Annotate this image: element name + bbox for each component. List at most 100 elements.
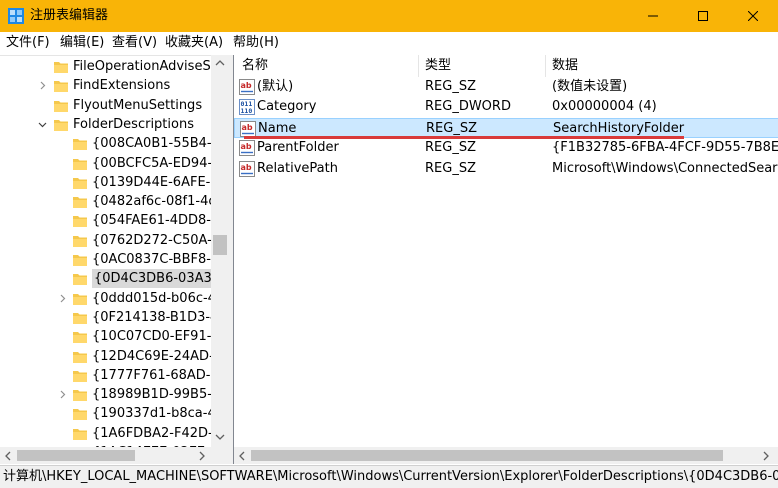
tree-item-label: {190337d1-b8ca-4 [92, 406, 216, 422]
value-row[interactable]: ab ParentFolder REG_SZ {F1B32785-6FBA-4FCF-… [234, 138, 778, 158]
tree-item[interactable]: {0ddd015d-b06c-4 [0, 289, 216, 308]
menu-favorites[interactable]: 收藏夹(A) [165, 35, 223, 51]
tree-item-label: FileOperationAdviseSi [73, 59, 215, 74]
tree-item[interactable]: {12D4C69E-24AD-4 [0, 347, 222, 366]
chevron-right-icon[interactable] [56, 385, 68, 404]
value-row[interactable]: ab Name REG_SZ SearchHistoryFolder [234, 117, 778, 138]
registry-value-list[interactable]: 名称 类型 数据 ab (默认) REG_SZ (数值未设置) 011 110 Catego… [233, 55, 778, 464]
folder-icon [73, 177, 87, 189]
folder-icon [73, 158, 87, 170]
chevron-down-icon[interactable] [36, 115, 48, 134]
scroll-left-icon[interactable] [4, 451, 12, 461]
tree-item-label: {0AC0837C-BBF8-4 [92, 252, 220, 267]
tree-item-label: FolderDescriptions [73, 116, 194, 132]
tree-item[interactable]: {1A6FDBA2-F42D-4 [0, 424, 221, 443]
scroll-down-icon[interactable] [215, 433, 225, 441]
minimize-button[interactable] [628, 0, 678, 32]
menu-bar: 文件(F) 编辑(E) 查看(V) 收藏夹(A) 帮助(H) [0, 32, 778, 54]
column-header-type[interactable]: 类型 [425, 55, 451, 77]
tree-item[interactable]: {00BCFC5A-ED94-4 [0, 154, 220, 173]
folder-icon [73, 312, 87, 324]
tree-scroll-thumb[interactable] [213, 235, 227, 255]
tree-item[interactable]: {054FAE61-4DD8-4 [0, 211, 219, 230]
tree-item[interactable]: {0482af6c-08f1-4c3 [0, 192, 224, 211]
value-name-cell: Category [257, 99, 317, 115]
tree-hscroll-thumb[interactable] [17, 450, 135, 461]
folder-icon [73, 197, 87, 209]
value-data-cell: Microsoft\Windows\ConnectedSear [552, 160, 778, 176]
scroll-up-icon[interactable] [215, 59, 225, 67]
maximize-button[interactable] [678, 0, 728, 32]
menu-file[interactable]: 文件(F) [6, 35, 50, 51]
scroll-right-icon[interactable] [762, 451, 770, 461]
folder-icon [73, 274, 87, 286]
window-title: 注册表编辑器 [30, 8, 109, 23]
value-row[interactable]: 011 110 Category REG_DWORD 0x00000004 (4) [234, 97, 778, 117]
value-row[interactable]: ab (默认) REG_SZ (数值未设置) [234, 77, 778, 97]
chevron-right-icon[interactable] [56, 289, 68, 308]
menu-help[interactable]: 帮助(H) [233, 35, 279, 51]
close-button[interactable] [728, 0, 778, 32]
string-value-icon: ab [239, 160, 255, 177]
binary-value-icon: 011110 [239, 99, 255, 116]
tree-item[interactable]: {18989B1D-99B5-4 [0, 385, 220, 404]
list-horizontal-scrollbar[interactable] [234, 447, 778, 464]
value-type-cell: REG_SZ [425, 140, 476, 156]
svg-text:ab: ab [241, 81, 252, 90]
svg-text:110: 110 [241, 107, 253, 115]
scroll-left-icon[interactable] [238, 451, 246, 461]
tree-item-label: {1777F761-68AD-4 [92, 367, 219, 383]
tree-horizontal-scrollbar[interactable] [0, 447, 229, 464]
tree-item-label: {008CA0B1-55B4-4 [92, 136, 220, 152]
column-divider[interactable] [418, 55, 419, 77]
menu-view[interactable]: 查看(V) [112, 35, 157, 51]
minimize-icon [648, 15, 658, 17]
string-value-icon: ab [239, 140, 255, 157]
annotation-underline [244, 136, 684, 139]
svg-text:ab: ab [241, 142, 252, 151]
column-header-data[interactable]: 数据 [552, 55, 578, 77]
svg-text:ab: ab [242, 123, 253, 132]
tree-item[interactable]: {008CA0B1-55B4-4 [0, 134, 220, 153]
tree-item[interactable]: {0139D44E-6AFE-4 [0, 173, 219, 192]
value-row[interactable]: ab RelativePath REG_SZ Microsoft\Windows\Co… [234, 159, 778, 179]
column-header-name[interactable]: 名称 [242, 55, 268, 77]
tree-item[interactable]: {10C07CD0-EF91-4 [0, 327, 220, 346]
title-bar: 注册表编辑器 [0, 0, 778, 32]
column-divider[interactable] [545, 55, 546, 77]
value-type-cell: REG_DWORD [425, 99, 511, 115]
value-data-cell: 0x00000004 (4) [552, 99, 657, 115]
tree-item[interactable]: {0F214138-B1D3-4a [0, 308, 226, 327]
tree-item[interactable]: {1777F761-68AD-4 [0, 366, 219, 385]
folder-icon [73, 428, 87, 440]
tree-item[interactable]: FolderDescriptions [0, 115, 211, 134]
tree-item[interactable]: {0AC0837C-BBF8-4 [0, 250, 219, 269]
tree-item[interactable]: FileOperationAdviseSi [0, 57, 215, 76]
tree-item-label: {054FAE61-4DD8-4 [92, 213, 220, 229]
tree-item[interactable]: FindExtensions [0, 76, 211, 95]
tree-item-label: {18989B1D-99B5-4 [92, 387, 221, 403]
tree-item-label: {12D4C69E-24AD-4 [92, 348, 223, 364]
tree-item-label: FindExtensions [73, 78, 171, 94]
tree-item[interactable]: {0762D272-C50A-4 [0, 231, 220, 250]
folder-icon [73, 409, 87, 421]
folder-icon [73, 351, 87, 363]
tree-item[interactable]: FlyoutMenuSettings [0, 96, 211, 115]
tree-item[interactable]: {190337d1-b8ca-4 [0, 404, 216, 423]
tree-item-label: FlyoutMenuSettings [73, 97, 203, 113]
tree-item[interactable]: {0D4C3DB6-03A3-4 [0, 269, 227, 289]
folder-icon [54, 119, 68, 131]
menu-edit[interactable]: 编辑(E) [60, 35, 104, 51]
value-type-cell: REG_SZ [425, 79, 476, 94]
list-hscroll-thumb[interactable] [251, 450, 723, 461]
tree-item-label: {0762D272-C50A-4 [92, 232, 221, 248]
folder-icon [73, 139, 87, 151]
value-type-cell: REG_SZ [425, 160, 476, 176]
scroll-right-icon[interactable] [198, 451, 206, 461]
chevron-right-icon[interactable] [36, 76, 48, 95]
folder-icon [73, 370, 87, 382]
tree-vertical-scrollbar[interactable] [211, 55, 229, 447]
registry-key-tree[interactable]: FileOperationAdviseSi FindExtensions Flyou… [0, 55, 229, 464]
folder-icon [73, 293, 87, 305]
tree-item-label: {00BCFC5A-ED94-4 [92, 155, 221, 171]
